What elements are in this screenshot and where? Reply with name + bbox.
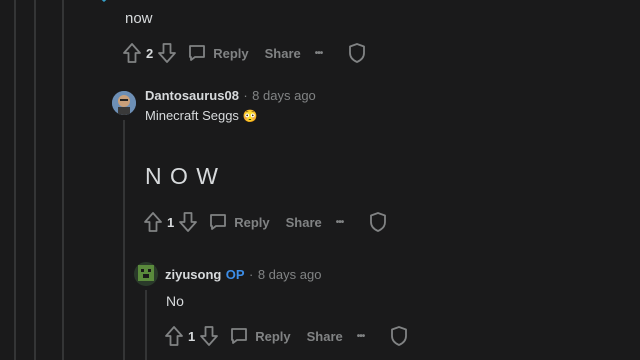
emoji: 😳 — [242, 109, 258, 123]
upvote-icon[interactable] — [143, 211, 163, 233]
share-button[interactable]: Share — [286, 215, 322, 230]
more-options-button[interactable]: ••• — [336, 217, 344, 228]
op-badge: OP — [225, 267, 245, 282]
comment-actions: 1 Reply Share ••• — [164, 324, 408, 348]
reply-icon[interactable] — [187, 43, 207, 63]
comment-actions: 1 Reply Share ••• — [143, 210, 387, 234]
avatar[interactable] — [134, 262, 158, 286]
reply-button[interactable]: Reply — [213, 46, 248, 61]
upvote-icon[interactable] — [122, 42, 142, 64]
upvote-icon[interactable] — [164, 325, 184, 347]
timestamp[interactable]: 8 days ago — [258, 267, 322, 282]
share-button[interactable]: Share — [265, 46, 301, 61]
reply-icon[interactable] — [208, 212, 228, 232]
comment-header: Dantosaurus08 · 8 days ago — [145, 87, 316, 105]
share-button[interactable]: Share — [307, 329, 343, 344]
comment-body: Minecraft Seggs 😳 — [145, 108, 258, 123]
shield-icon[interactable] — [390, 325, 408, 347]
reply-button[interactable]: Reply — [234, 215, 269, 230]
more-options-button[interactable]: ••• — [315, 48, 323, 59]
vote-count: 1 — [188, 328, 196, 344]
comment-body-large: N O W — [145, 163, 219, 189]
thread-line-2[interactable] — [34, 0, 36, 360]
avatar[interactable] — [112, 91, 136, 115]
comment-body: now — [125, 10, 153, 27]
comment-actions: 2 Reply Share ••• — [122, 41, 366, 65]
thread-line-1[interactable] — [14, 0, 16, 360]
downvote-icon[interactable] — [199, 325, 219, 347]
comment-text: Minecraft Seggs — [145, 108, 239, 123]
comment-header: ziyusong OP · 8 days ago — [165, 266, 321, 284]
reply-button[interactable]: Reply — [255, 329, 290, 344]
reply-icon[interactable] — [229, 326, 249, 346]
thread-line-3[interactable] — [62, 0, 64, 360]
vote-count: 1 — [167, 214, 175, 230]
avatar-partial[interactable] — [93, 0, 115, 4]
separator: · — [249, 267, 254, 282]
comment-body: No — [166, 293, 184, 309]
downvote-icon[interactable] — [157, 42, 177, 64]
shield-icon[interactable] — [369, 211, 387, 233]
vote-count: 2 — [146, 45, 154, 61]
thread-line-5[interactable] — [145, 290, 147, 360]
timestamp[interactable]: 8 days ago — [252, 88, 316, 103]
shield-icon[interactable] — [348, 42, 366, 64]
downvote-icon[interactable] — [178, 211, 198, 233]
username[interactable]: ziyusong — [165, 267, 221, 282]
thread-line-4[interactable] — [123, 120, 125, 360]
more-options-button[interactable]: ••• — [357, 331, 365, 342]
separator: · — [243, 88, 248, 103]
username[interactable]: Dantosaurus08 — [145, 88, 239, 103]
